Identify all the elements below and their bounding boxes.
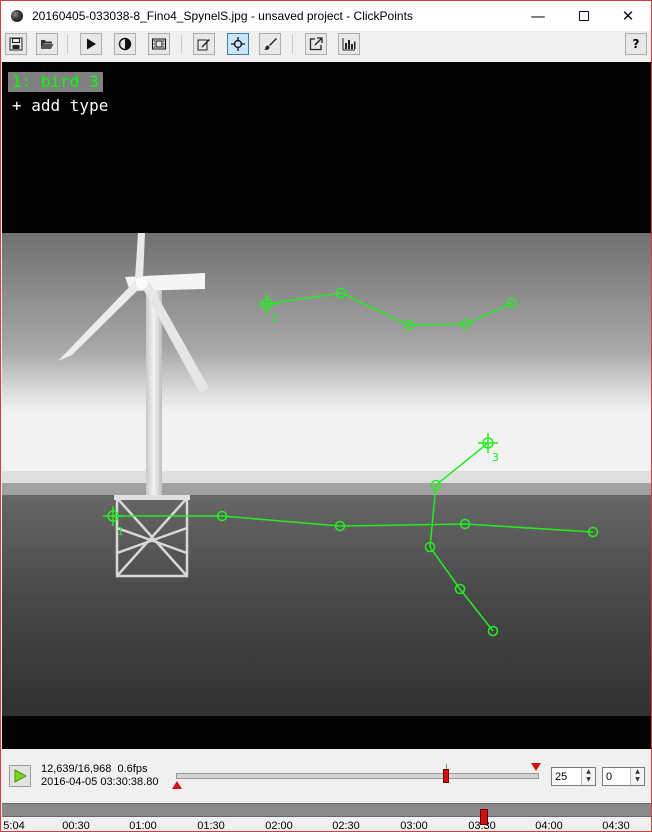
timeline-ticks: 5:04 00:30 01:00 01:30 02:00 02:30 03:00… [2, 803, 651, 832]
sky [2, 233, 651, 495]
play-icon [87, 38, 96, 50]
timeline-position-marker[interactable] [480, 809, 488, 825]
timeline[interactable]: 5:04 00:30 01:00 01:30 02:00 02:30 03:00… [2, 803, 651, 832]
timeline-label: 01:30 [197, 820, 225, 832]
maximize-icon [579, 11, 589, 21]
minimize-icon: — [530, 7, 546, 25]
mask-paint-button[interactable] [259, 33, 281, 55]
edit-icon [197, 39, 210, 51]
add-marker-type-button[interactable]: + add type [8, 95, 112, 117]
play-toggle-button[interactable] [80, 33, 102, 55]
track-label-1: 1 [117, 525, 124, 538]
skip-spin-arrows[interactable]: ▲ ▼ [630, 768, 644, 785]
frame-info: 12,639/16,968 0.6fps 2016-04-05 03:30:38… [41, 763, 158, 789]
save-icon [9, 37, 23, 51]
toolbar-separator [67, 35, 68, 53]
slider-groove [176, 773, 539, 779]
save-button[interactable] [5, 33, 27, 55]
frame-timestamp: 2016-04-05 03:30:38.80 [41, 776, 159, 788]
range-start-marker[interactable] [172, 781, 182, 789]
marker-type-menu: 1: bird 3 + add type [8, 72, 112, 117]
minimize-button[interactable]: — [515, 1, 561, 31]
timeline-label: 02:00 [265, 820, 293, 832]
spin-up-icon: ▲ [635, 768, 640, 775]
annotation-button[interactable] [193, 33, 215, 55]
folder-open-icon [41, 40, 54, 49]
help-icon: ? [632, 37, 640, 51]
track-label-3: 3 [492, 451, 499, 464]
chart-icon [342, 38, 356, 51]
toolbar-separator [292, 35, 293, 53]
maximize-button[interactable] [561, 1, 607, 31]
help-button[interactable]: ? [625, 33, 647, 55]
frame-counter: 12,639/16,968 [41, 763, 112, 775]
timeline-label: 04:30 [602, 820, 630, 832]
fps-spin-arrows[interactable]: ▲ ▼ [581, 768, 595, 785]
open-button[interactable] [36, 33, 58, 55]
close-button[interactable]: ✕ [605, 1, 651, 31]
toolbar-separator [181, 35, 182, 53]
track-label-2: 2 [271, 312, 278, 325]
contrast-button[interactable] [114, 33, 136, 55]
clickpoints-logo-icon [11, 10, 23, 22]
play-icon [14, 769, 27, 783]
spin-up-icon: ▲ [586, 768, 591, 775]
window-title: 20160405-033038-8_Fino4_SpynelS.jpg - un… [32, 9, 413, 23]
brush-icon [264, 38, 277, 50]
app-window: 20160405-033038-8_Fino4_SpynelS.jpg - un… [0, 0, 652, 832]
thermal-frame[interactable]: 1 2 3 [2, 233, 651, 716]
marker-tool-button[interactable] [227, 33, 249, 55]
timeline-label: 5:04 [3, 820, 25, 832]
title-bar: 20160405-033038-8_Fino4_SpynelS.jpg - un… [1, 1, 651, 31]
range-end-marker[interactable] [531, 763, 541, 771]
fps-readout: 0.6fps [117, 763, 148, 775]
spin-down-icon: ▼ [635, 776, 640, 783]
contrast-icon [118, 37, 132, 51]
export-icon [309, 37, 323, 51]
play-button[interactable] [9, 765, 31, 787]
timeline-label: 02:30 [332, 820, 360, 832]
player-panel: 12,639/16,968 0.6fps 2016-04-05 03:30:38… [2, 749, 651, 832]
slider-handle[interactable] [443, 769, 449, 783]
timeline-label: 04:00 [535, 820, 563, 832]
export-button[interactable] [305, 33, 327, 55]
timeline-toggle-button[interactable] [148, 33, 170, 55]
marker-crosshair-icon [231, 37, 245, 51]
close-icon: ✕ [621, 7, 635, 25]
toolbar: ? [1, 31, 651, 59]
fps-spinbox[interactable]: ▲▼ [551, 767, 596, 786]
image-viewer[interactable]: 1 2 3 1: bird 3 + add type [2, 62, 651, 749]
statistics-button[interactable] [338, 33, 360, 55]
timeline-label: 03:00 [400, 820, 428, 832]
film-icon [152, 38, 166, 50]
sea [2, 483, 651, 716]
timeline-label: 00:30 [62, 820, 90, 832]
timeline-label: 01:00 [129, 820, 157, 832]
skip-spinbox[interactable]: ▲▼ [602, 767, 645, 786]
horizon-haze [2, 471, 651, 495]
spin-down-icon: ▼ [586, 776, 591, 783]
marker-type-bird[interactable]: 1: bird 3 [8, 72, 103, 92]
frame-slider[interactable] [172, 763, 544, 793]
